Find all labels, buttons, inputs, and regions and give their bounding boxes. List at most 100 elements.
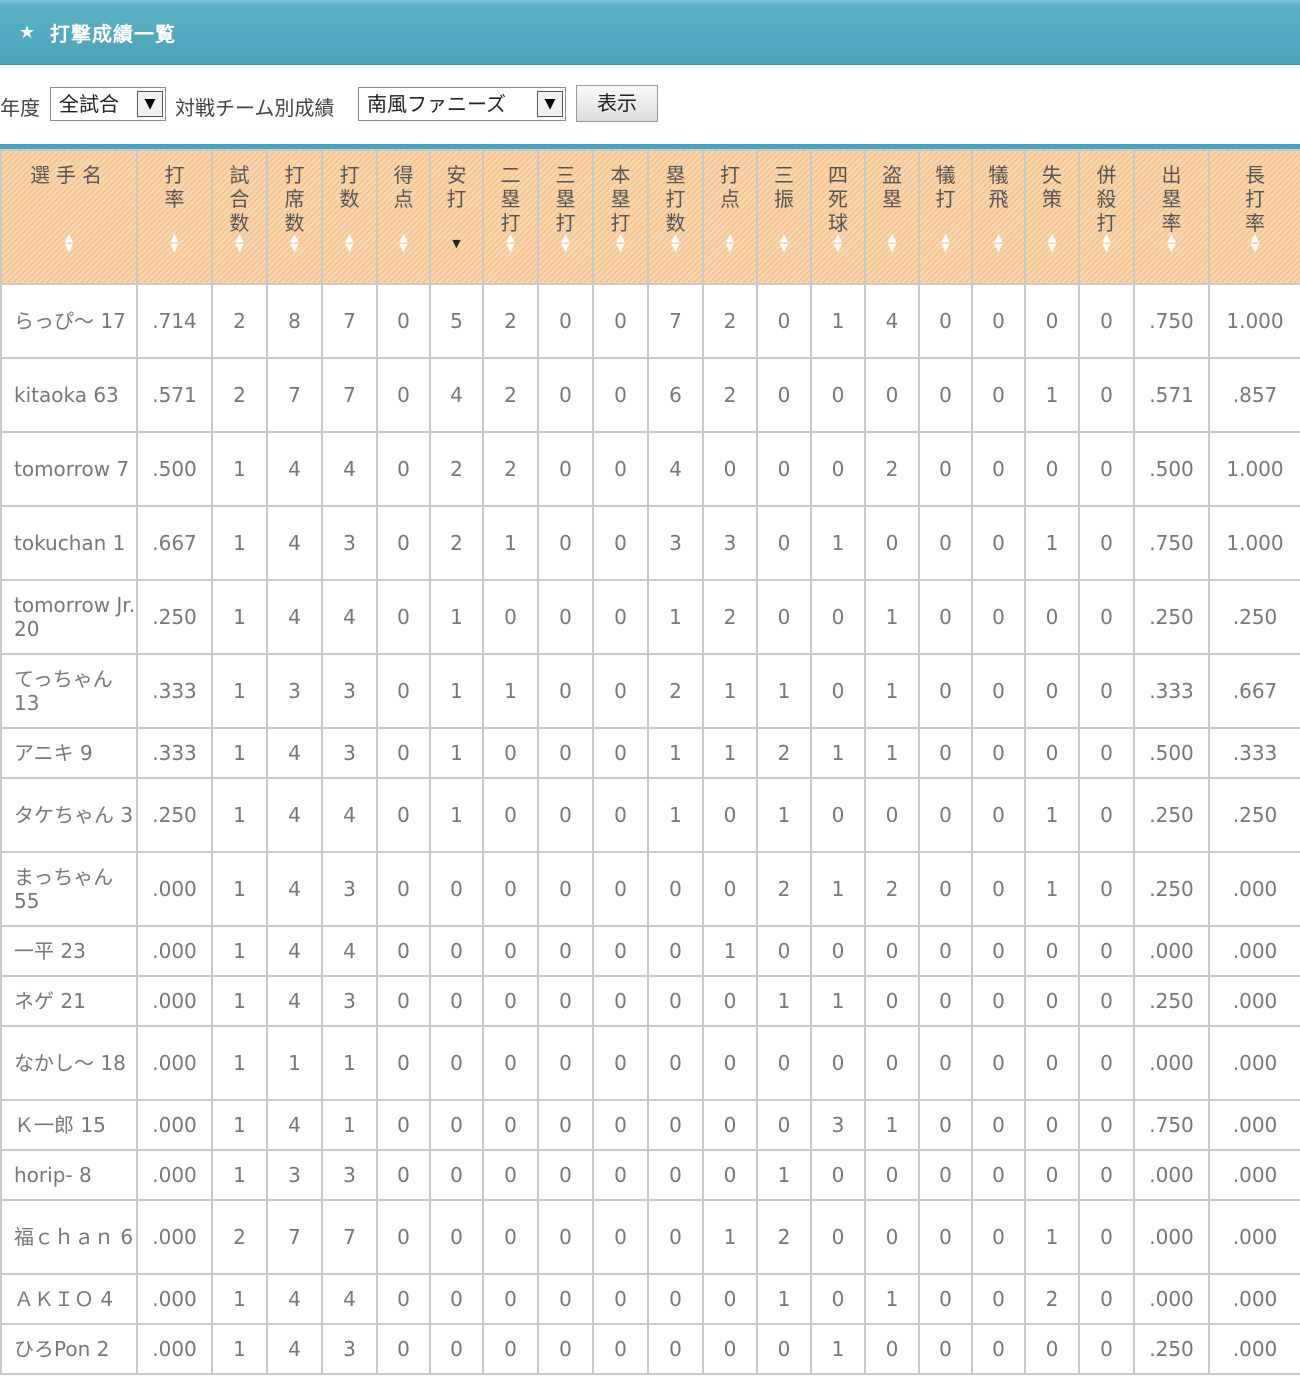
sort-icon[interactable]: ▲ ▼ <box>812 232 864 253</box>
sort-icon[interactable]: ▲ ▼ <box>268 232 321 253</box>
stat-cell: 0 <box>1024 975 1080 1027</box>
column-header[interactable]: 二塁打 ▲ ▼ <box>482 149 539 285</box>
column-header[interactable]: 試合数 ▲ ▼ <box>211 149 268 285</box>
batting-stats-table: 選手名 ▲ ▼ 打率 ▲ ▼ 試合数 ▲ ▼ 打席数 ▲ ▼ 打数 ▲ ▼ 得点 ▲ ▼ 安打 ▼ 二塁打 ▲ ▼ 三塁打 ▲ ▼… <box>0 149 1300 1375</box>
stat-cell: 0 <box>429 1273 484 1325</box>
column-header[interactable]: 失策 ▲ ▼ <box>1024 149 1080 285</box>
column-header[interactable]: 本塁打 ▲ ▼ <box>592 149 649 285</box>
sort-icon[interactable]: ▲ ▼ <box>866 232 918 253</box>
column-header[interactable]: 塁打数 ▲ ▼ <box>647 149 704 285</box>
sort-icon[interactable]: ▲ ▼ <box>594 232 647 253</box>
chevron-down-icon[interactable]: ▼ <box>537 91 563 117</box>
stat-cell: 0 <box>482 1149 539 1201</box>
team-select[interactable]: 南風ファニーズ ▼ <box>358 87 566 121</box>
column-header[interactable]: 打率 ▲ ▼ <box>136 149 213 285</box>
stat-cell: .250 <box>1133 579 1210 655</box>
column-header[interactable]: 四死球 ▲ ▼ <box>810 149 866 285</box>
stat-cell: 3 <box>266 653 323 729</box>
stat-cell: .500 <box>1133 727 1210 779</box>
stat-cell: 0 <box>482 925 539 977</box>
player-name-cell: まっちゃん 55 <box>0 851 138 927</box>
column-header[interactable]: 併殺打 ▲ ▼ <box>1078 149 1135 285</box>
column-header[interactable]: 三塁打 ▲ ▼ <box>537 149 594 285</box>
column-header[interactable]: 安打 ▼ <box>429 149 484 285</box>
stat-cell: 0 <box>1078 1199 1135 1275</box>
column-header[interactable]: 長打率 ▲ ▼ <box>1208 149 1300 285</box>
stat-cell: 0 <box>376 925 431 977</box>
player-name-cell: kitaoka 63 <box>0 357 138 433</box>
table-row: ネゲ 21.000 1 4 3 0 0 0 0 0 0 0 1 1 0 0 0 0 0.250.000 <box>0 975 1300 1027</box>
year-select[interactable]: 全試合 ▼ <box>50 87 166 121</box>
stat-cell: .000 <box>136 1025 213 1101</box>
sort-icon[interactable]: ▲ ▼ <box>973 232 1024 253</box>
sort-icon[interactable]: ▲ ▼ <box>920 232 971 253</box>
column-header-label: 打数 <box>339 163 360 211</box>
stat-cell: 0 <box>429 1025 484 1101</box>
sort-icon[interactable]: ▲ ▼ <box>2 232 136 253</box>
stat-cell: 1 <box>1024 505 1080 581</box>
stat-cell: 1 <box>321 1025 378 1101</box>
column-header[interactable]: 得点 ▲ ▼ <box>376 149 431 285</box>
stat-cell: 1 <box>211 431 268 507</box>
stat-cell: .000 <box>1208 1199 1300 1275</box>
player-name-cell: ＡＫＩＯ 4 <box>0 1273 138 1325</box>
show-button[interactable]: 表示 <box>576 85 658 122</box>
stat-cell: 1 <box>211 925 268 977</box>
stat-cell: 2 <box>482 283 539 359</box>
stat-cell: 3 <box>321 727 378 779</box>
stat-cell: 0 <box>756 283 812 359</box>
sort-icon[interactable]: ▲ ▼ <box>1026 232 1078 253</box>
sort-icon[interactable]: ▲ ▼ <box>213 232 266 253</box>
column-header[interactable]: 出塁率 ▲ ▼ <box>1133 149 1210 285</box>
stat-cell: 3 <box>647 505 704 581</box>
stat-cell: .000 <box>1208 1149 1300 1201</box>
sort-icon[interactable]: ▲ ▼ <box>138 232 211 253</box>
column-header[interactable]: 犠飛 ▲ ▼ <box>971 149 1026 285</box>
stat-cell: 0 <box>482 975 539 1027</box>
sort-icon[interactable]: ▲ ▼ <box>539 232 592 253</box>
stat-cell: 0 <box>918 727 973 779</box>
column-header[interactable]: 盗塁 ▲ ▼ <box>864 149 920 285</box>
chevron-down-icon[interactable]: ▼ <box>137 91 163 117</box>
sort-icon[interactable]: ▲ ▼ <box>704 232 756 253</box>
column-header[interactable]: 選手名 ▲ ▼ <box>0 149 138 285</box>
sort-icon[interactable]: ▲ ▼ <box>378 232 429 253</box>
column-header[interactable]: 三振 ▲ ▼ <box>756 149 812 285</box>
sort-icon[interactable]: ▲ ▼ <box>1135 232 1208 253</box>
sort-icon[interactable]: ▲ ▼ <box>1080 232 1133 253</box>
sort-icon[interactable]: ▲ ▼ <box>1210 232 1300 253</box>
stat-cell: 0 <box>918 1149 973 1201</box>
stat-cell: 0 <box>482 727 539 779</box>
stat-cell: 1 <box>702 653 758 729</box>
stat-cell: 0 <box>971 925 1026 977</box>
column-header[interactable]: 打席数 ▲ ▼ <box>266 149 323 285</box>
stat-cell: 0 <box>810 1273 866 1325</box>
stat-cell: 1 <box>810 851 866 927</box>
column-header[interactable]: 打点 ▲ ▼ <box>702 149 758 285</box>
stat-cell: 0 <box>592 727 649 779</box>
stat-cell: 0 <box>702 1273 758 1325</box>
player-name-cell: らっぴ～ 17 <box>0 283 138 359</box>
stat-cell: 0 <box>482 1025 539 1101</box>
stat-cell: 0 <box>756 505 812 581</box>
stat-cell: 0 <box>1078 505 1135 581</box>
stat-cell: 4 <box>266 727 323 779</box>
sort-icon[interactable]: ▲ ▼ <box>758 232 810 253</box>
column-header-label: 四死球 <box>828 163 848 235</box>
sort-desc-icon[interactable]: ▼ <box>431 238 482 249</box>
player-name-cell: tomorrow Jr. 20 <box>0 579 138 655</box>
column-header[interactable]: 犠打 ▲ ▼ <box>918 149 973 285</box>
column-header[interactable]: 打数 ▲ ▼ <box>321 149 378 285</box>
sort-icon[interactable]: ▲ ▼ <box>484 232 537 253</box>
sort-icon[interactable]: ▲ ▼ <box>323 232 376 253</box>
stat-cell: .714 <box>136 283 213 359</box>
stat-cell: 0 <box>537 1273 594 1325</box>
sort-icon[interactable]: ▲ ▼ <box>649 232 702 253</box>
stat-cell: .000 <box>136 1149 213 1201</box>
stat-cell: .750 <box>1133 505 1210 581</box>
stat-cell: 1 <box>810 1323 866 1375</box>
stat-cell: 0 <box>756 925 812 977</box>
stat-cell: 4 <box>266 975 323 1027</box>
stat-cell: .000 <box>136 851 213 927</box>
column-header-label: 三塁打 <box>555 163 576 235</box>
